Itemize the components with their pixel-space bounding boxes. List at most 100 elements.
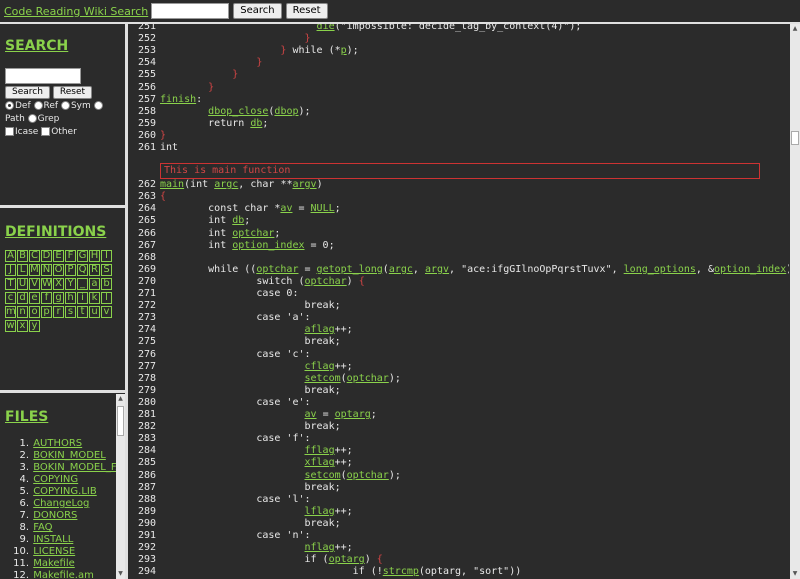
symbol-link[interactable]: setcom [305, 373, 341, 384]
definition-letter-link[interactable]: H [89, 250, 100, 262]
definition-letter-link[interactable]: d [17, 292, 28, 304]
file-link[interactable]: COPYING [33, 474, 78, 485]
definition-letter-link[interactable]: M [29, 264, 40, 276]
top-search-input[interactable] [151, 3, 230, 19]
definition-letter-link[interactable]: U [17, 278, 28, 290]
definition-letter-link[interactable]: f [41, 292, 52, 304]
symbol-link[interactable]: argv [425, 264, 449, 275]
scroll-down-icon[interactable]: ▼ [116, 569, 125, 579]
definition-letter-link[interactable]: c [5, 292, 16, 304]
files-scrollbar[interactable]: ▲ ▼ [116, 394, 125, 579]
definition-letter-link[interactable]: b [101, 278, 112, 290]
file-link[interactable]: BOKIN_MODEL [33, 450, 106, 461]
radio-def[interactable] [5, 101, 14, 110]
definition-letter-link[interactable]: C [29, 250, 40, 262]
scrollbar-thumb[interactable] [117, 406, 124, 436]
definition-letter-link[interactable]: r [53, 306, 64, 318]
symbol-link[interactable]: optchar [305, 276, 347, 287]
file-link[interactable]: BOKIN_MODEL_FAQ [33, 462, 125, 473]
definition-letter-link[interactable]: m [5, 306, 16, 318]
definition-letter-link[interactable]: G [77, 250, 88, 262]
symbol-link[interactable]: long_options [624, 264, 696, 275]
symbol-link[interactable]: strcmp [383, 566, 419, 577]
scroll-up-icon[interactable]: ▲ [790, 24, 800, 34]
symbol-link[interactable]: optchar [347, 470, 389, 481]
symbol-link[interactable]: argc [389, 264, 413, 275]
definition-letter-link[interactable]: A [5, 250, 16, 262]
definition-letter-link[interactable]: i [77, 292, 88, 304]
file-link[interactable]: INSTALL [33, 534, 73, 545]
definition-letter-link[interactable]: s [65, 306, 76, 318]
symbol-link[interactable]: aflag [305, 324, 335, 335]
definition-letter-link[interactable]: _ [77, 278, 88, 290]
symbol-link[interactable]: av [280, 203, 292, 214]
definition-letter-link[interactable]: I [101, 250, 112, 262]
scroll-up-icon[interactable]: ▲ [116, 394, 125, 404]
search-button[interactable]: Search [5, 86, 50, 99]
files-heading[interactable]: FILES [5, 409, 125, 425]
symbol-link[interactable]: getopt_long [317, 264, 383, 275]
reset-button[interactable]: Reset [52, 86, 93, 99]
symbol-link[interactable]: cflag [305, 361, 335, 372]
definition-letter-link[interactable]: x [17, 320, 28, 332]
top-search-button[interactable]: Search [233, 3, 282, 19]
symbol-link[interactable]: option_index [714, 264, 786, 275]
file-link[interactable]: DONORS [33, 510, 77, 521]
file-link[interactable]: LICENSE [33, 546, 75, 557]
search-heading[interactable]: SEARCH [5, 38, 125, 54]
symbol-link[interactable]: optchar [347, 373, 389, 384]
definition-letter-link[interactable]: E [53, 250, 64, 262]
file-link[interactable]: Makefile [33, 558, 75, 569]
symbol-link[interactable]: fflag [305, 445, 335, 456]
symbol-link[interactable]: db [232, 215, 244, 226]
definitions-heading[interactable]: DEFINITIONS [5, 224, 125, 240]
radio-path[interactable] [93, 101, 103, 110]
radio-sym[interactable] [60, 101, 70, 110]
definition-letter-link[interactable]: o [29, 306, 40, 318]
radio-ref[interactable] [33, 101, 43, 110]
symbol-link[interactable]: argv [292, 179, 316, 190]
definition-letter-link[interactable]: D [41, 250, 52, 262]
symbol-link[interactable]: dbop [274, 106, 298, 117]
symbol-link[interactable]: xflag [305, 457, 335, 468]
file-link[interactable]: Makefile.am [33, 570, 94, 579]
definition-letter-link[interactable]: e [29, 292, 40, 304]
definition-letter-link[interactable]: a [89, 278, 100, 290]
definition-letter-link[interactable]: P [65, 264, 76, 276]
definition-letter-link[interactable]: T [5, 278, 16, 290]
symbol-link[interactable]: setcom [305, 470, 341, 481]
file-link[interactable]: AUTHORS [33, 438, 82, 449]
main-scrollbar[interactable]: ▲ ▼ [790, 24, 800, 579]
definition-letter-link[interactable]: h [65, 292, 76, 304]
definition-letter-link[interactable]: J [5, 264, 16, 276]
definition-letter-link[interactable]: p [41, 306, 52, 318]
symbol-link[interactable]: lflag [305, 506, 335, 517]
definition-letter-link[interactable]: n [17, 306, 28, 318]
definition-letter-link[interactable]: X [53, 278, 64, 290]
site-title-link[interactable]: Code Reading Wiki Search [4, 5, 148, 18]
definition-letter-link[interactable]: t [77, 306, 88, 318]
file-link[interactable]: COPYING.LIB [33, 486, 97, 497]
definition-letter-link[interactable]: Y [65, 278, 76, 290]
symbol-link[interactable]: av [305, 409, 317, 420]
definition-letter-link[interactable]: V [29, 278, 40, 290]
scrollbar-thumb[interactable] [791, 131, 799, 145]
definition-letter-link[interactable]: B [17, 250, 28, 262]
checkbox-icase[interactable] [5, 127, 14, 136]
symbol-link[interactable]: db [250, 118, 262, 129]
definition-letter-link[interactable]: F [65, 250, 76, 262]
top-reset-button[interactable]: Reset [285, 3, 328, 19]
radio-grep[interactable] [27, 114, 37, 123]
symbol-link[interactable]: main [160, 179, 184, 190]
definition-letter-link[interactable]: S [101, 264, 112, 276]
symbol-link[interactable]: optchar [256, 264, 298, 275]
symbol-link[interactable]: nflag [305, 542, 335, 553]
scroll-down-icon[interactable]: ▼ [790, 569, 800, 579]
definition-letter-link[interactable]: y [29, 320, 40, 332]
definition-letter-link[interactable]: L [17, 264, 28, 276]
symbol-link[interactable]: dbop_close [208, 106, 268, 117]
definition-letter-link[interactable]: u [89, 306, 100, 318]
symbol-link[interactable]: optarg [335, 409, 371, 420]
symbol-link[interactable]: argc [214, 179, 238, 190]
definition-letter-link[interactable]: k [89, 292, 100, 304]
